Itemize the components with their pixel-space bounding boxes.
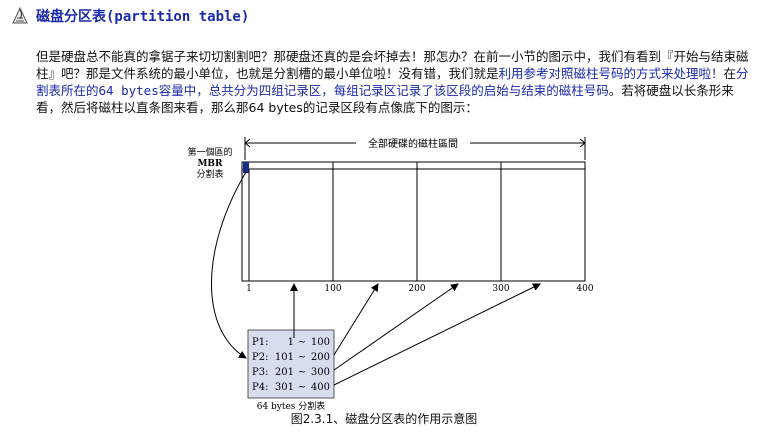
- range-label: 全部硬碟的磁柱區間: [368, 137, 458, 150]
- mbr-label-line3: 分割表: [196, 168, 223, 180]
- row-end: 400: [311, 382, 330, 393]
- partition-diagram: 第一個區的 MBR 分割表 全部硬碟的磁柱區間 1 100 200 300 40…: [187, 137, 594, 412]
- row-end: 200: [311, 352, 330, 363]
- tick-label: 100: [324, 284, 341, 294]
- tick-label: 1: [246, 284, 252, 294]
- mbr-link-arrow: [211, 171, 247, 359]
- row-part: P2:: [252, 352, 268, 363]
- arrow-to-300: [333, 283, 459, 371]
- row-part: P4:: [252, 382, 268, 393]
- row-tilde: ~: [298, 382, 306, 393]
- mbr-block: [243, 162, 249, 173]
- row-part: P1:: [252, 337, 268, 348]
- row-start: 201: [275, 367, 294, 378]
- tick-label: 200: [408, 284, 425, 294]
- disk-cylinder-area: [241, 168, 586, 282]
- row-tilde: ~: [298, 367, 306, 378]
- disk-top-strip: [241, 161, 586, 170]
- row-start: 101: [275, 352, 294, 363]
- mbr-label-line2: MBR: [197, 159, 223, 169]
- row-tilde: ~: [298, 352, 306, 363]
- tick-label: 300: [492, 284, 509, 294]
- row-start: 301: [275, 382, 294, 393]
- mbr-label-line1: 第一個區的: [187, 146, 232, 158]
- row-start: 1: [288, 337, 294, 348]
- row-end: 300: [311, 367, 330, 378]
- figure-caption: 图2.3.1、磁盘分区表的作用示意图: [290, 412, 478, 426]
- row-part: P3:: [252, 367, 268, 378]
- row-tilde: ~: [298, 337, 306, 348]
- tick-label: 400: [576, 284, 593, 294]
- row-end: 100: [311, 337, 330, 348]
